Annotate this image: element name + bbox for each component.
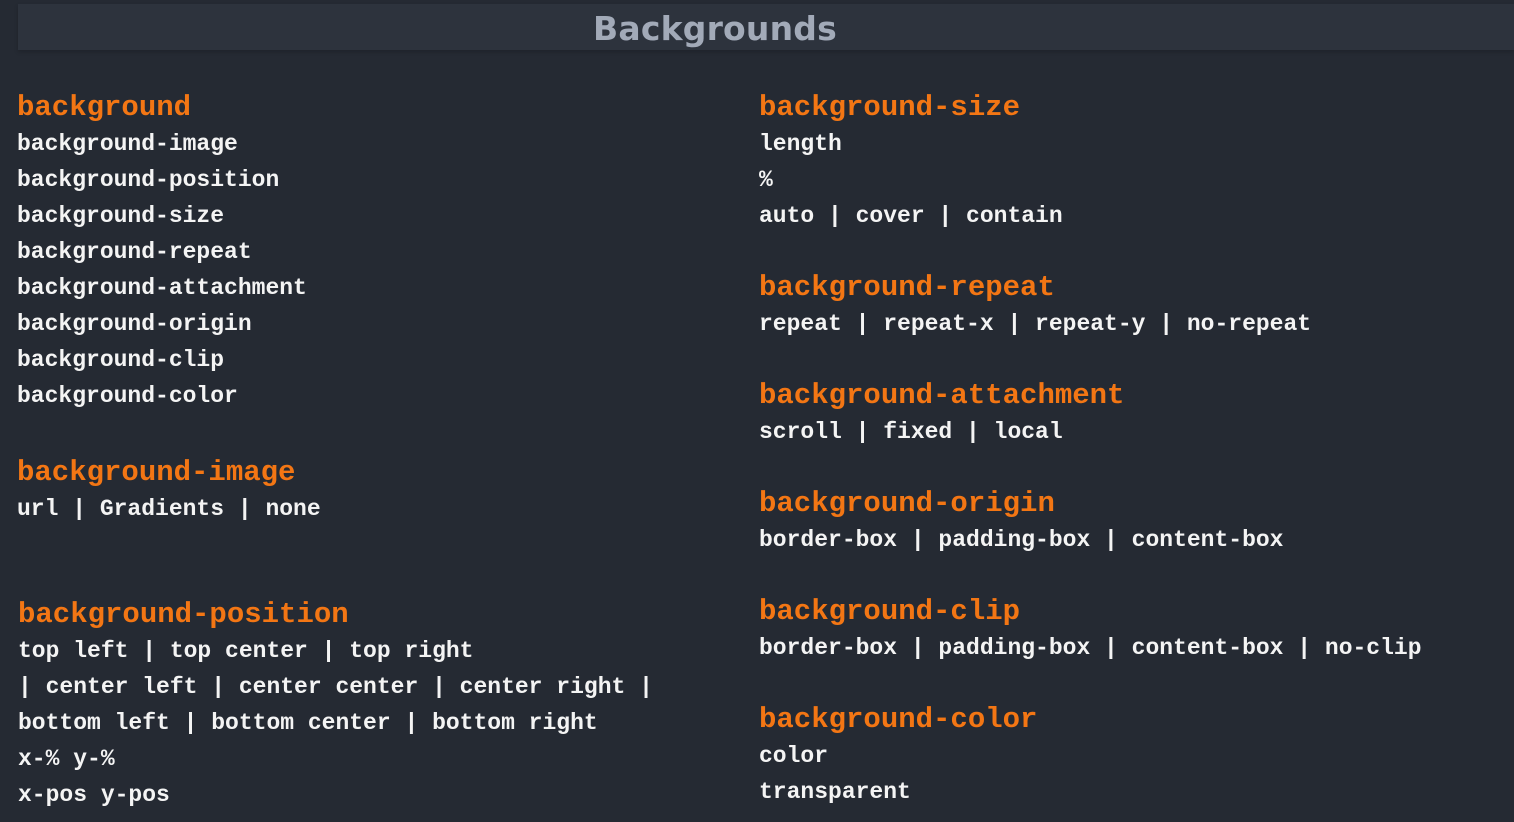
section-heading: background-clip (759, 595, 1021, 628)
value-line: % (759, 167, 773, 193)
section-heading: background-attachment (759, 379, 1125, 412)
value-line: x-% y-% (18, 746, 115, 772)
property-line: background-origin (17, 311, 252, 337)
property-line: background-clip (17, 347, 225, 373)
section-heading: background-color (759, 703, 1038, 736)
value-line: border-box | padding-box | content-box (759, 527, 1284, 553)
property-line: background-attachment (17, 275, 307, 301)
section-heading: background-repeat (759, 271, 1055, 304)
page-title: Backgrounds (593, 9, 837, 48)
value-line: scroll | fixed | local (759, 419, 1063, 445)
value-line: repeat | repeat-x | repeat-y | no-repeat (759, 311, 1312, 337)
section-background-repeat: background-repeat repeat | repeat-x | re… (759, 270, 1311, 342)
section-background-attachment: background-attachment scroll | fixed | l… (759, 378, 1124, 450)
section-heading: background-position (18, 598, 349, 631)
property-line: background-repeat (17, 239, 252, 265)
value-line: transparent (759, 779, 911, 805)
value-line: | center left | center center | center r… (18, 674, 653, 700)
property-line: background-size (17, 203, 225, 229)
title-bar: Backgrounds (18, 4, 1514, 50)
property-line: background-position (17, 167, 280, 193)
value-line: border-box | padding-box | content-box |… (759, 635, 1422, 661)
value-line: color (759, 743, 829, 769)
section-background-size: background-size length % auto | cover | … (759, 90, 1063, 234)
section-heading: background (17, 91, 192, 124)
value-line: x-pos y-pos (18, 782, 170, 808)
section-background-color: background-color color transparent (759, 702, 1037, 810)
value-line: top left | top center | top right (18, 638, 474, 664)
section-heading: background-origin (759, 487, 1055, 520)
section-background-position: background-position top left | top cente… (18, 597, 653, 813)
section-background-clip: background-clip border-box | padding-box… (759, 594, 1422, 666)
value-line: url | Gradients | none (17, 496, 321, 522)
section-background-image: background-image url | Gradients | none (17, 455, 321, 527)
value-line: bottom left | bottom center | bottom rig… (18, 710, 598, 736)
value-line: length (759, 131, 842, 157)
section-heading: background-image (17, 456, 296, 489)
value-line: auto | cover | contain (759, 203, 1063, 229)
property-line: background-image (17, 131, 238, 157)
property-line: background-color (17, 383, 238, 409)
section-heading: background-size (759, 91, 1021, 124)
section-background: background background-image background-p… (17, 90, 307, 414)
section-background-origin: background-origin border-box | padding-b… (759, 486, 1284, 558)
